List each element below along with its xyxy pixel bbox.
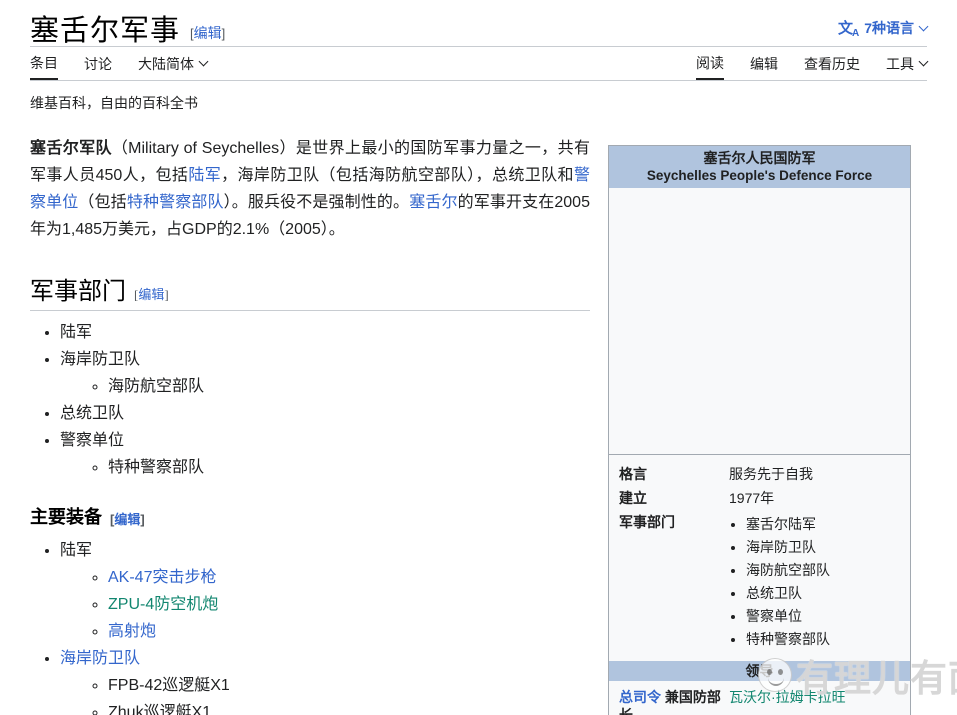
list-item: 塞舌尔陆军 — [746, 515, 910, 533]
language-count-label: 7种语言 — [864, 18, 914, 38]
list-item: 特种警察部队 — [108, 459, 590, 477]
tab-tools[interactable]: 工具 — [886, 47, 927, 80]
president-link[interactable]: 瓦沃尔·拉姆卡拉旺 — [729, 689, 846, 705]
tabs-right-group: 阅读 编辑 查看历史 工具 — [670, 47, 927, 80]
language-button[interactable]: 文A 7种语言 — [838, 17, 927, 39]
aa-gun-link[interactable]: 高射炮 — [108, 623, 156, 640]
infobox-row-commander-in-chief: 总司令 兼国防部长 瓦沃尔·拉姆卡拉旺 — [609, 685, 910, 715]
chevron-down-icon — [919, 57, 929, 67]
list-item: 海岸防卫队 FPB-42巡逻艇X1 Zhuk巡逻艇X1 其他巡逻艇X7 — [60, 650, 590, 715]
infobox-title-en: Seychelles People's Defence Force — [615, 167, 904, 185]
tab-variant[interactable]: 大陆简体 — [138, 47, 207, 80]
ak47-link[interactable]: AK-47突击步枪 — [108, 569, 216, 586]
intro-paragraph: 塞舌尔军队（Military of Seychelles）是世界上最小的国防军事… — [30, 135, 590, 243]
list-item: 特种警察部队 — [746, 630, 910, 648]
list-item: 警察单位 — [746, 607, 910, 625]
article-body: 塞舌尔军队（Military of Seychelles）是世界上最小的国防军事… — [30, 135, 590, 715]
coast-guard-link[interactable]: 海岸防卫队 — [60, 650, 140, 667]
list-item: 警察单位 特种警察部队 — [60, 432, 590, 477]
list-item: Zhuk巡逻艇X1 — [108, 704, 590, 715]
infobox-leadership-rows: 总司令 兼国防部长 瓦沃尔·拉姆卡拉旺 国防军总司令 克利福德·罗斯琳上校[1] — [609, 681, 910, 715]
tab-read[interactable]: 阅读 — [696, 47, 724, 80]
tab-talk[interactable]: 讨论 — [84, 47, 112, 80]
page-title: 塞舌尔军事 — [30, 7, 180, 49]
chevron-down-icon — [919, 21, 929, 31]
infobox-rows: 格言 服务先于自我 建立 1977年 军事部门 塞舌尔陆军 海岸防卫队 海防航空… — [609, 455, 910, 656]
equipment-edit-link[interactable]: 编辑 — [114, 512, 140, 527]
section-heading-equipment: 主要装备 [编辑] — [30, 503, 590, 529]
section-heading-branches: 军事部门 [编辑] — [30, 271, 590, 311]
tab-edit[interactable]: 编辑 — [750, 47, 778, 80]
equipment-list: 陆军 AK-47突击步枪 ZPU-4防空机炮 高射炮 海岸防卫队 FPB-42巡… — [30, 542, 590, 715]
list-item: 陆军 AK-47突击步枪 ZPU-4防空机炮 高射炮 — [60, 542, 590, 641]
list-item: FPB-42巡逻艇X1 — [108, 677, 590, 695]
zpu4-link[interactable]: ZPU-4防空机炮 — [108, 596, 218, 613]
infobox-header: 塞舌尔人民国防军 Seychelles People's Defence For… — [609, 146, 910, 188]
army-link[interactable]: 陆军 — [188, 167, 221, 184]
wiki-page: 塞舌尔军事 [编辑] 文A 7种语言 条目 讨论 大陆简体 阅读 编辑 查看历史… — [0, 0, 957, 715]
list-item: 高射炮 — [108, 623, 590, 641]
list-item: 海防航空部队 — [746, 561, 910, 579]
title-edit-link[interactable]: 编辑 — [194, 25, 222, 41]
infobox-branches-list: 塞舌尔陆军 海岸防卫队 海防航空部队 总统卫队 警察单位 特种警察部队 — [729, 515, 910, 648]
commander-in-chief-link[interactable]: 总司令 — [619, 689, 661, 705]
language-icon: 文A — [838, 17, 859, 39]
infobox-row-motto: 格言 服务先于自我 — [609, 462, 910, 486]
tabs-row: 条目 讨论 大陆简体 阅读 编辑 查看历史 工具 — [30, 47, 927, 81]
tab-article[interactable]: 条目 — [30, 47, 58, 80]
tab-history[interactable]: 查看历史 — [804, 47, 860, 80]
chevron-down-icon — [199, 57, 209, 67]
infobox: 塞舌尔人民国防军 Seychelles People's Defence For… — [608, 145, 911, 715]
site-tagline: 维基百科，自由的百科全书 — [30, 93, 927, 113]
list-item: 海岸防卫队 海防航空部队 — [60, 351, 590, 396]
list-item: ZPU-4防空机炮 — [108, 596, 590, 614]
list-item: 总统卫队 — [746, 584, 910, 602]
special-police-link[interactable]: 特种警察部队 — [127, 194, 224, 211]
infobox-row-branches: 军事部门 塞舌尔陆军 海岸防卫队 海防航空部队 总统卫队 警察单位 特种警察部队 — [609, 510, 910, 656]
infobox-image-area — [609, 188, 910, 455]
list-item: AK-47突击步枪 — [108, 569, 590, 587]
list-item: 海岸防卫队 — [746, 538, 910, 556]
article-subject-bold: 塞舌尔军队 — [30, 140, 112, 157]
seychelles-link[interactable]: 塞舌尔 — [409, 194, 457, 211]
bracket: ] — [222, 26, 226, 41]
infobox-leadership-header: 领导 — [609, 661, 910, 681]
infobox-title-zh: 塞舌尔人民国防军 — [615, 149, 904, 167]
infobox-row-founded: 建立 1977年 — [609, 486, 910, 510]
title-edit-section: [编辑] — [190, 23, 225, 43]
branches-edit-link[interactable]: 编辑 — [138, 287, 164, 302]
list-item: 总统卫队 — [60, 405, 590, 423]
list-item: 陆军 — [60, 324, 590, 342]
branches-list: 陆军 海岸防卫队 海防航空部队 总统卫队 警察单位 特种警察部队 — [30, 324, 590, 477]
list-item: 海防航空部队 — [108, 378, 590, 396]
title-row: 塞舌尔军事 [编辑] 文A 7种语言 — [30, 0, 927, 47]
